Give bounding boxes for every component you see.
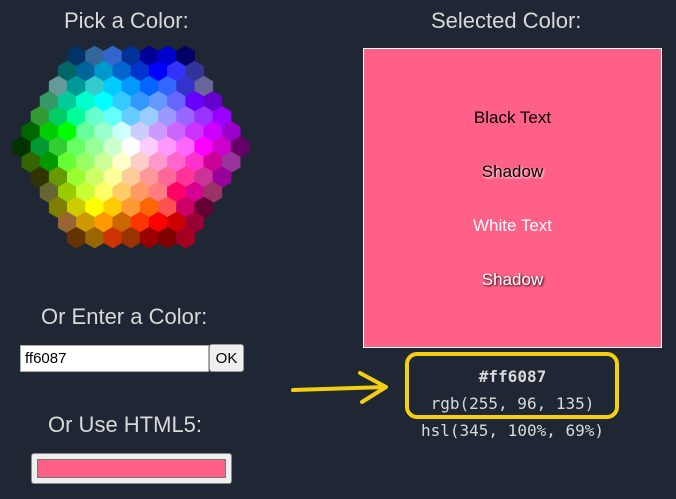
selected-color-heading: Selected Color:	[431, 8, 582, 33]
selected-color-preview: Black Text Shadow White Text Shadow	[363, 48, 662, 348]
white-shadow-sample: Shadow	[481, 270, 544, 289]
color-hexagon-map[interactable]	[0, 0, 270, 260]
hsl-code-value: hsl(345, 100%, 69%)	[420, 421, 605, 440]
html5-color-picker[interactable]	[31, 453, 232, 484]
rgb-code-value: rgb(255, 96, 135)	[430, 394, 595, 413]
html5-color-swatch	[37, 459, 226, 478]
html5-heading: Or Use HTML5:	[48, 412, 203, 437]
enter-color-heading: Or Enter a Color:	[41, 304, 208, 329]
black-shadow-sample: Shadow	[481, 162, 544, 181]
hex-code-value: #ff6087	[478, 367, 547, 386]
white-text-sample: White Text	[472, 216, 553, 235]
black-text-sample: Black Text	[473, 108, 552, 127]
ok-button[interactable]: OK	[209, 344, 244, 372]
hex-color-input[interactable]	[20, 345, 209, 372]
